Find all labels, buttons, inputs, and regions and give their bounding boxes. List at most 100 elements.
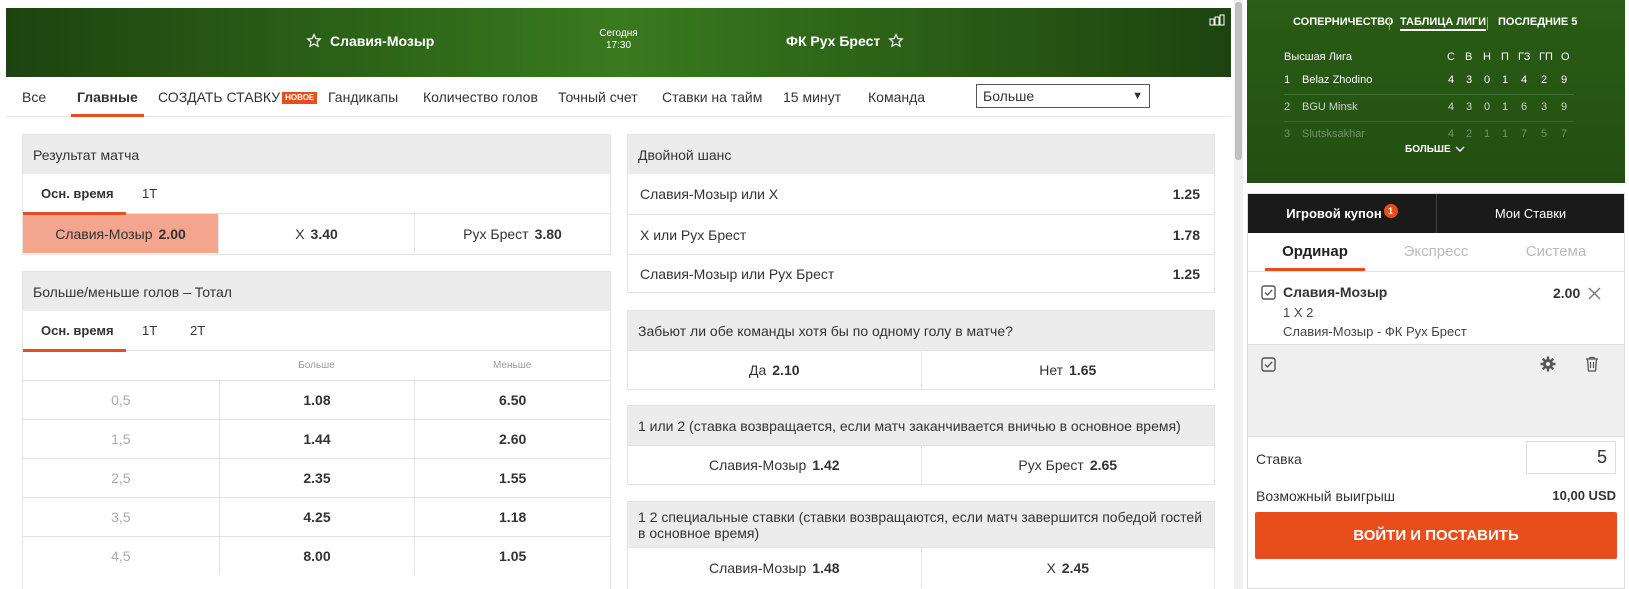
stat: 0 (1484, 74, 1491, 86)
tab-main[interactable]: Главные (71, 77, 144, 117)
tab-my-bets[interactable]: Мои Ставки (1437, 194, 1624, 233)
login-and-place-bet-button[interactable]: ВОЙТИ И ПОСТАВИТЬ (1255, 512, 1617, 559)
odds-home[interactable]: Славия-Мозыр 1.42 (628, 446, 921, 484)
stake-input[interactable] (1526, 441, 1616, 474)
subtab-full-time[interactable]: Осн. время (23, 311, 126, 352)
favorite-star-icon[interactable] (888, 33, 904, 49)
tab-create-bet[interactable]: СОЗДАТЬ СТАВКУ НОВОЕ (158, 77, 318, 117)
odds-draw[interactable]: X 2.45 (920, 548, 1215, 588)
odds-over[interactable]: 1.08 (218, 381, 415, 419)
tab-handicaps[interactable]: Гандикапы (328, 77, 398, 117)
league-widget: СОПЕРНИЧЕСТВО ТАБЛИЦА ЛИГИ ПОСЛЕДНИЕ 5 В… (1247, 0, 1625, 183)
tab-league-table[interactable]: ТАБЛИЦА ЛИГИ (1400, 16, 1487, 31)
odds-under[interactable]: 1.55 (414, 459, 610, 497)
col-header: О (1561, 51, 1570, 63)
league-row[interactable]: 1 Belaz Zhodino 4 3 0 1 4 2 9 (1284, 68, 1574, 95)
odds-label: Нет (1039, 362, 1064, 378)
col-header: ГП (1539, 51, 1553, 63)
option-odds: 1.78 (1172, 226, 1200, 243)
total-line: 2,5 (111, 470, 131, 486)
stats-view-icon[interactable] (1209, 14, 1225, 26)
tab-rivalry[interactable]: СОПЕРНИЧЕСТВО (1293, 16, 1393, 28)
scrollbar-thumb[interactable] (1235, 2, 1242, 160)
tab-last-5[interactable]: ПОСЛЕДНИЕ 5 (1498, 16, 1577, 28)
checkbox-checked-icon[interactable] (1261, 357, 1276, 372)
tab-15-minutes[interactable]: 15 минут (783, 77, 841, 117)
bet-type-system[interactable]: Система (1506, 233, 1606, 271)
match-main-column: Славия-Мозыр Сегодня 17:30 ФК Рух Брест … (0, 0, 1232, 589)
odds-value: 2.00 (158, 225, 186, 242)
odds-value: 2.65 (1089, 457, 1118, 473)
subtab-full-time[interactable]: Осн. время (23, 174, 126, 215)
stat: 3 (1466, 101, 1473, 113)
double-chance-option[interactable]: X или Рух Брест 1.78 (628, 214, 1214, 254)
stat: 4 (1521, 74, 1528, 86)
odds-value: 1.42 (812, 457, 840, 473)
stat: 1 (1502, 101, 1509, 113)
stat: 4 (1448, 128, 1455, 140)
odds-value: 2.10 (772, 362, 800, 378)
gear-icon[interactable] (1540, 356, 1556, 372)
league-more-button[interactable]: БОЛЬШЕ (1405, 144, 1465, 155)
odds-yes[interactable]: Да 2.10 (628, 351, 921, 389)
market-special-bets: 1 2 специальные ставки (ставки возвращаю… (627, 501, 1215, 589)
option-odds: 1.25 (1172, 265, 1200, 282)
bet-slip: Игровой купон 1 Мои Ставки Ординар Экспре… (1247, 193, 1625, 589)
odds-under[interactable]: 6.50 (414, 381, 610, 419)
odds-label: Да (748, 362, 767, 378)
stat: 5 (1541, 128, 1548, 140)
odds-home[interactable]: Славия-Мозыр 2.00 (23, 214, 218, 253)
subtab-1st-half[interactable]: 1Т (142, 174, 157, 214)
subtab-2nd-half[interactable]: 2Т (190, 311, 205, 351)
odds-label: X (295, 225, 305, 242)
checkbox-checked-icon[interactable] (1261, 285, 1276, 300)
tab-half-bets[interactable]: Ставки на тайм (662, 77, 762, 117)
stat: 2 (1541, 74, 1548, 86)
odds-under[interactable]: 2.60 (414, 420, 610, 458)
stat: 1 (1484, 128, 1491, 140)
chevron-down-icon (1455, 146, 1465, 152)
odds-over[interactable]: 8.00 (218, 537, 415, 575)
subtab-1st-half[interactable]: 1Т (142, 311, 157, 351)
tab-bet-slip[interactable]: Игровой купон 1 (1248, 194, 1436, 233)
tab-team[interactable]: Команда (868, 77, 925, 117)
stake-label: Ставка (1256, 451, 1302, 467)
tab-all[interactable]: Все (22, 77, 46, 117)
double-chance-option[interactable]: Славия-Мозыр или X 1.25 (628, 174, 1214, 214)
bet-odds: 2.00 (1553, 285, 1581, 301)
more-markets-select[interactable]: Больше ▼ (976, 84, 1150, 108)
league-row[interactable]: 2 BGU Minsk 4 3 0 1 6 3 9 (1284, 95, 1574, 122)
option-label: Славия-Мозыр или X (640, 186, 779, 202)
odds-over[interactable]: 2.35 (218, 459, 415, 497)
match-time: 17:30 (605, 40, 632, 51)
odds-under[interactable]: 1.05 (414, 537, 610, 575)
odds-away[interactable]: Рух Брест 2.65 (920, 446, 1215, 484)
odds-draw[interactable]: X 3.40 (218, 214, 414, 253)
team-name: Belaz Zhodino (1302, 74, 1373, 86)
trash-icon[interactable] (1585, 356, 1599, 372)
total-line: 3,5 (111, 509, 131, 525)
stat: 9 (1561, 101, 1568, 113)
odds-no[interactable]: Нет 1.65 (920, 351, 1215, 389)
odds-over[interactable]: 4.25 (218, 498, 415, 536)
odds-label: Славия-Мозыр (708, 560, 807, 576)
tab-goals-count[interactable]: Количество голов (423, 77, 538, 117)
team-pos: 2 (1284, 101, 1291, 113)
odds-over[interactable]: 1.44 (218, 420, 415, 458)
odds-value: 2.45 (1061, 560, 1090, 576)
odds-under[interactable]: 1.18 (414, 498, 610, 536)
bet-selection: Славия-Мозыр (1283, 284, 1388, 300)
bet-type-accumulator[interactable]: Экспресс (1386, 233, 1486, 271)
tab-exact-score[interactable]: Точный счет (558, 77, 638, 117)
stat: 1 (1502, 128, 1509, 140)
bet-slip-item: Славия-Мозыр 2.00 1 X 2 Славия-Мозыр - Ф… (1248, 271, 1624, 344)
odds-home[interactable]: Славия-Мозыр 1.48 (628, 548, 921, 588)
tab-create-bet-label: СОЗДАТЬ СТАВКУ (158, 89, 281, 105)
odds-away[interactable]: Рух Брест 3.80 (414, 214, 610, 253)
stat: 4 (1448, 74, 1455, 86)
bet-type-single[interactable]: Ординар (1265, 233, 1365, 271)
close-icon[interactable] (1587, 286, 1602, 301)
double-chance-option[interactable]: Славия-Мозыр или Рух Брест 1.25 (628, 254, 1214, 292)
away-team-name: ФК Рух Брест (786, 33, 881, 49)
tab-separator (1389, 17, 1390, 30)
